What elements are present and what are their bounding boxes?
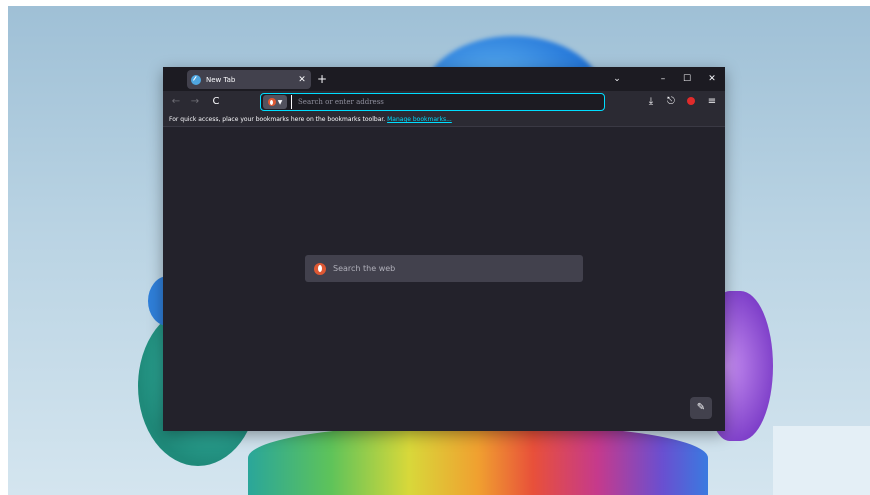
navigation-toolbar: ← → C ▼ ⤓ ⎋ ≡ [163,91,725,113]
list-all-tabs-chevron-icon[interactable]: ⌄ [606,70,628,88]
extension-button[interactable] [682,93,700,111]
duckduckgo-icon [314,262,326,275]
duckduckgo-icon [267,98,276,106]
new-tab-button[interactable]: + [313,70,331,88]
minimize-button[interactable]: – [652,70,674,88]
tab-new-tab[interactable]: New Tab ✕ [187,70,311,89]
customize-pencil-icon[interactable]: ✎ [690,397,712,419]
downloads-button[interactable]: ⤓ [642,93,660,111]
close-window-button[interactable]: ✕ [701,70,723,88]
browser-window: New Tab ✕ + ⌄ – ☐ ✕ ← → C ▼ ⤓ ⎋ ≡ For qu… [163,67,725,431]
app-menu-button[interactable]: ≡ [703,93,721,111]
chevron-down-icon: ▼ [277,98,283,106]
address-bar[interactable]: ▼ [260,93,605,111]
bookmarks-toolbar: For quick access, place your bookmarks h… [163,113,725,127]
new-tab-page: Search the web ✎ [163,127,725,431]
back-button[interactable]: ← [167,93,185,111]
bookmarks-message: For quick access, place your bookmarks h… [169,116,386,123]
close-tab-icon[interactable]: ✕ [295,75,309,85]
wallpaper-highlight [773,426,870,495]
maximize-button[interactable]: ☐ [676,70,698,88]
title-bar: New Tab ✕ + ⌄ – ☐ ✕ [163,67,725,91]
manage-bookmarks-link[interactable]: Manage bookmarks... [387,116,452,123]
search-engine-button[interactable]: ▼ [263,95,287,109]
forward-button[interactable]: → [186,93,204,111]
search-placeholder: Search the web [333,264,396,273]
wallpaper-bloom [248,426,708,495]
reload-button[interactable]: C [207,93,225,111]
tab-title: New Tab [206,75,236,84]
extension-icon [687,97,695,105]
url-input[interactable] [291,95,604,109]
firefox-favicon-icon [191,74,201,85]
web-search-box[interactable]: Search the web [305,255,583,282]
share-button[interactable]: ⎋ [662,93,680,111]
